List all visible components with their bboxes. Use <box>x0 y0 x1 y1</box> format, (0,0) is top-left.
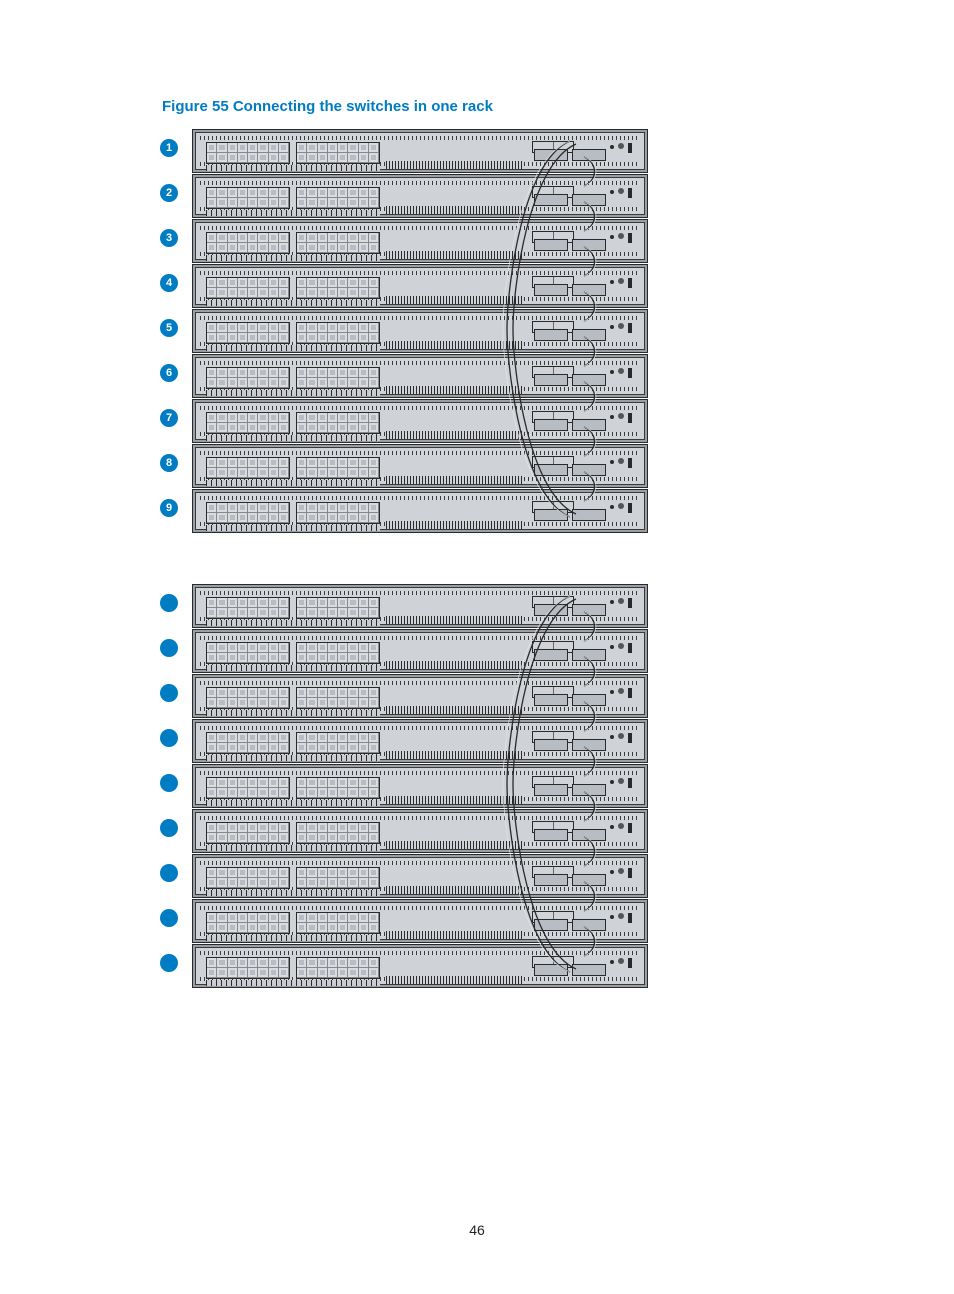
rack-figure-2 <box>160 584 648 989</box>
rack-row <box>160 809 648 854</box>
rack-row: 8 <box>160 444 648 489</box>
network-switch <box>192 809 648 853</box>
rack-row: 1 <box>160 129 648 174</box>
rack-row <box>160 674 648 719</box>
callout-badge <box>160 594 178 612</box>
callout-badge: 8 <box>160 454 178 472</box>
figure-caption: Figure 55 Connecting the switches in one… <box>162 98 954 115</box>
network-switch <box>192 129 648 173</box>
network-switch <box>192 264 648 308</box>
callout-badge <box>160 819 178 837</box>
callout-badge: 2 <box>160 184 178 202</box>
network-switch <box>192 174 648 218</box>
callout-badge <box>160 774 178 792</box>
callout-badge <box>160 864 178 882</box>
callout-badge <box>160 729 178 747</box>
document-page: Figure 55 Connecting the switches in one… <box>0 0 954 1294</box>
rack-row <box>160 719 648 764</box>
rack-row <box>160 854 648 899</box>
rack-figure-1: 1 2 3 4 5 6 7 8 9 <box>160 129 648 534</box>
callout-badge: 1 <box>160 139 178 157</box>
rack-row: 3 <box>160 219 648 264</box>
callout-badge <box>160 684 178 702</box>
network-switch <box>192 629 648 673</box>
rack-row <box>160 944 648 989</box>
network-switch <box>192 354 648 398</box>
callout-badge: 6 <box>160 364 178 382</box>
rack-row <box>160 584 648 629</box>
rack-row: 2 <box>160 174 648 219</box>
network-switch <box>192 719 648 763</box>
rack-row <box>160 764 648 809</box>
callout-badge: 5 <box>160 319 178 337</box>
network-switch <box>192 489 648 533</box>
rack-row: 7 <box>160 399 648 444</box>
network-switch <box>192 584 648 628</box>
callout-badge: 7 <box>160 409 178 427</box>
network-switch <box>192 944 648 988</box>
callout-badge: 4 <box>160 274 178 292</box>
rack-row <box>160 899 648 944</box>
page-number: 46 <box>0 1222 954 1238</box>
rack-row: 9 <box>160 489 648 534</box>
callout-badge <box>160 909 178 927</box>
callout-badge <box>160 639 178 657</box>
network-switch <box>192 444 648 488</box>
network-switch <box>192 674 648 718</box>
network-switch <box>192 309 648 353</box>
rack-row: 4 <box>160 264 648 309</box>
rack-row: 6 <box>160 354 648 399</box>
network-switch <box>192 854 648 898</box>
callout-badge: 3 <box>160 229 178 247</box>
callout-badge: 9 <box>160 499 178 517</box>
rack-row: 5 <box>160 309 648 354</box>
network-switch <box>192 399 648 443</box>
network-switch <box>192 764 648 808</box>
callout-badge <box>160 954 178 972</box>
network-switch <box>192 219 648 263</box>
rack-row <box>160 629 648 674</box>
network-switch <box>192 899 648 943</box>
